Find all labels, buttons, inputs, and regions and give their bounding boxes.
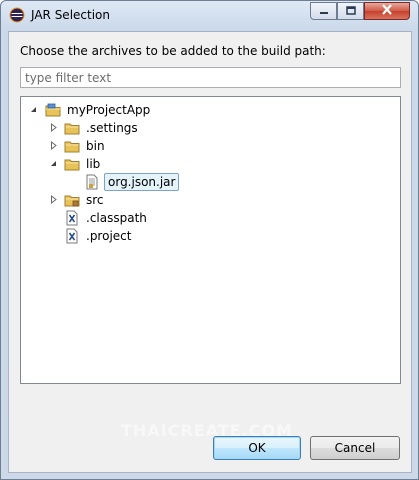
tree-node-settings[interactable]: .settings xyxy=(49,119,140,137)
tree-node-label: lib xyxy=(86,157,101,171)
tree-node-root[interactable]: myProjectApp xyxy=(29,101,152,119)
collapse-arrow-icon[interactable] xyxy=(29,105,38,114)
expand-arrow-icon[interactable] xyxy=(49,141,58,150)
package-folder-icon xyxy=(64,192,80,208)
tree-node-bin[interactable]: bin xyxy=(49,137,107,155)
jar-selection-window: JAR Selection Choose the archives to be … xyxy=(0,0,419,480)
folder-icon xyxy=(64,156,80,172)
xml-file-icon xyxy=(64,228,80,244)
jar-file-icon xyxy=(84,174,100,190)
collapse-arrow-icon[interactable] xyxy=(49,159,58,168)
tree-node-src[interactable]: src xyxy=(49,191,106,209)
expand-arrow-icon[interactable] xyxy=(49,195,58,204)
folder-icon xyxy=(64,138,80,154)
project-folder-icon xyxy=(45,102,61,118)
tree-node-classpath[interactable]: .classpath xyxy=(64,209,149,227)
dialog-body: Choose the archives to be added to the b… xyxy=(8,31,412,473)
tree-node-project[interactable]: .project xyxy=(64,227,133,245)
tree-node-label: myProjectApp xyxy=(67,103,151,117)
close-icon xyxy=(381,4,393,18)
tree-node-org-json-jar[interactable]: org.json.jar xyxy=(84,173,180,191)
minimize-icon xyxy=(319,4,329,18)
expand-arrow-icon[interactable] xyxy=(49,123,58,132)
filter-input[interactable] xyxy=(20,67,401,88)
tree-node-lib[interactable]: lib xyxy=(49,155,102,173)
eclipse-icon xyxy=(9,7,25,23)
window-title: JAR Selection xyxy=(31,8,110,22)
tree-node-label: .project xyxy=(86,229,132,243)
title-bar[interactable]: JAR Selection xyxy=(1,1,418,31)
tree-node-label: .classpath xyxy=(86,211,147,225)
close-button[interactable] xyxy=(364,2,410,20)
cancel-button[interactable]: Cancel xyxy=(310,436,400,460)
folder-icon xyxy=(64,120,80,136)
maximize-icon xyxy=(345,4,356,18)
xml-file-icon xyxy=(64,210,80,226)
tree-node-label: bin xyxy=(86,139,105,153)
tree-node-label: .settings xyxy=(86,121,138,135)
project-tree[interactable]: myProjectApp .settings bin lib org.json.… xyxy=(20,96,401,384)
dialog-prompt: Choose the archives to be added to the b… xyxy=(20,44,326,58)
watermark: THAICREATE.COM xyxy=(121,421,293,440)
tree-node-label: org.json.jar xyxy=(104,173,180,191)
maximize-button[interactable] xyxy=(337,2,364,20)
minimize-button[interactable] xyxy=(310,2,337,20)
tree-node-label: src xyxy=(86,193,104,207)
